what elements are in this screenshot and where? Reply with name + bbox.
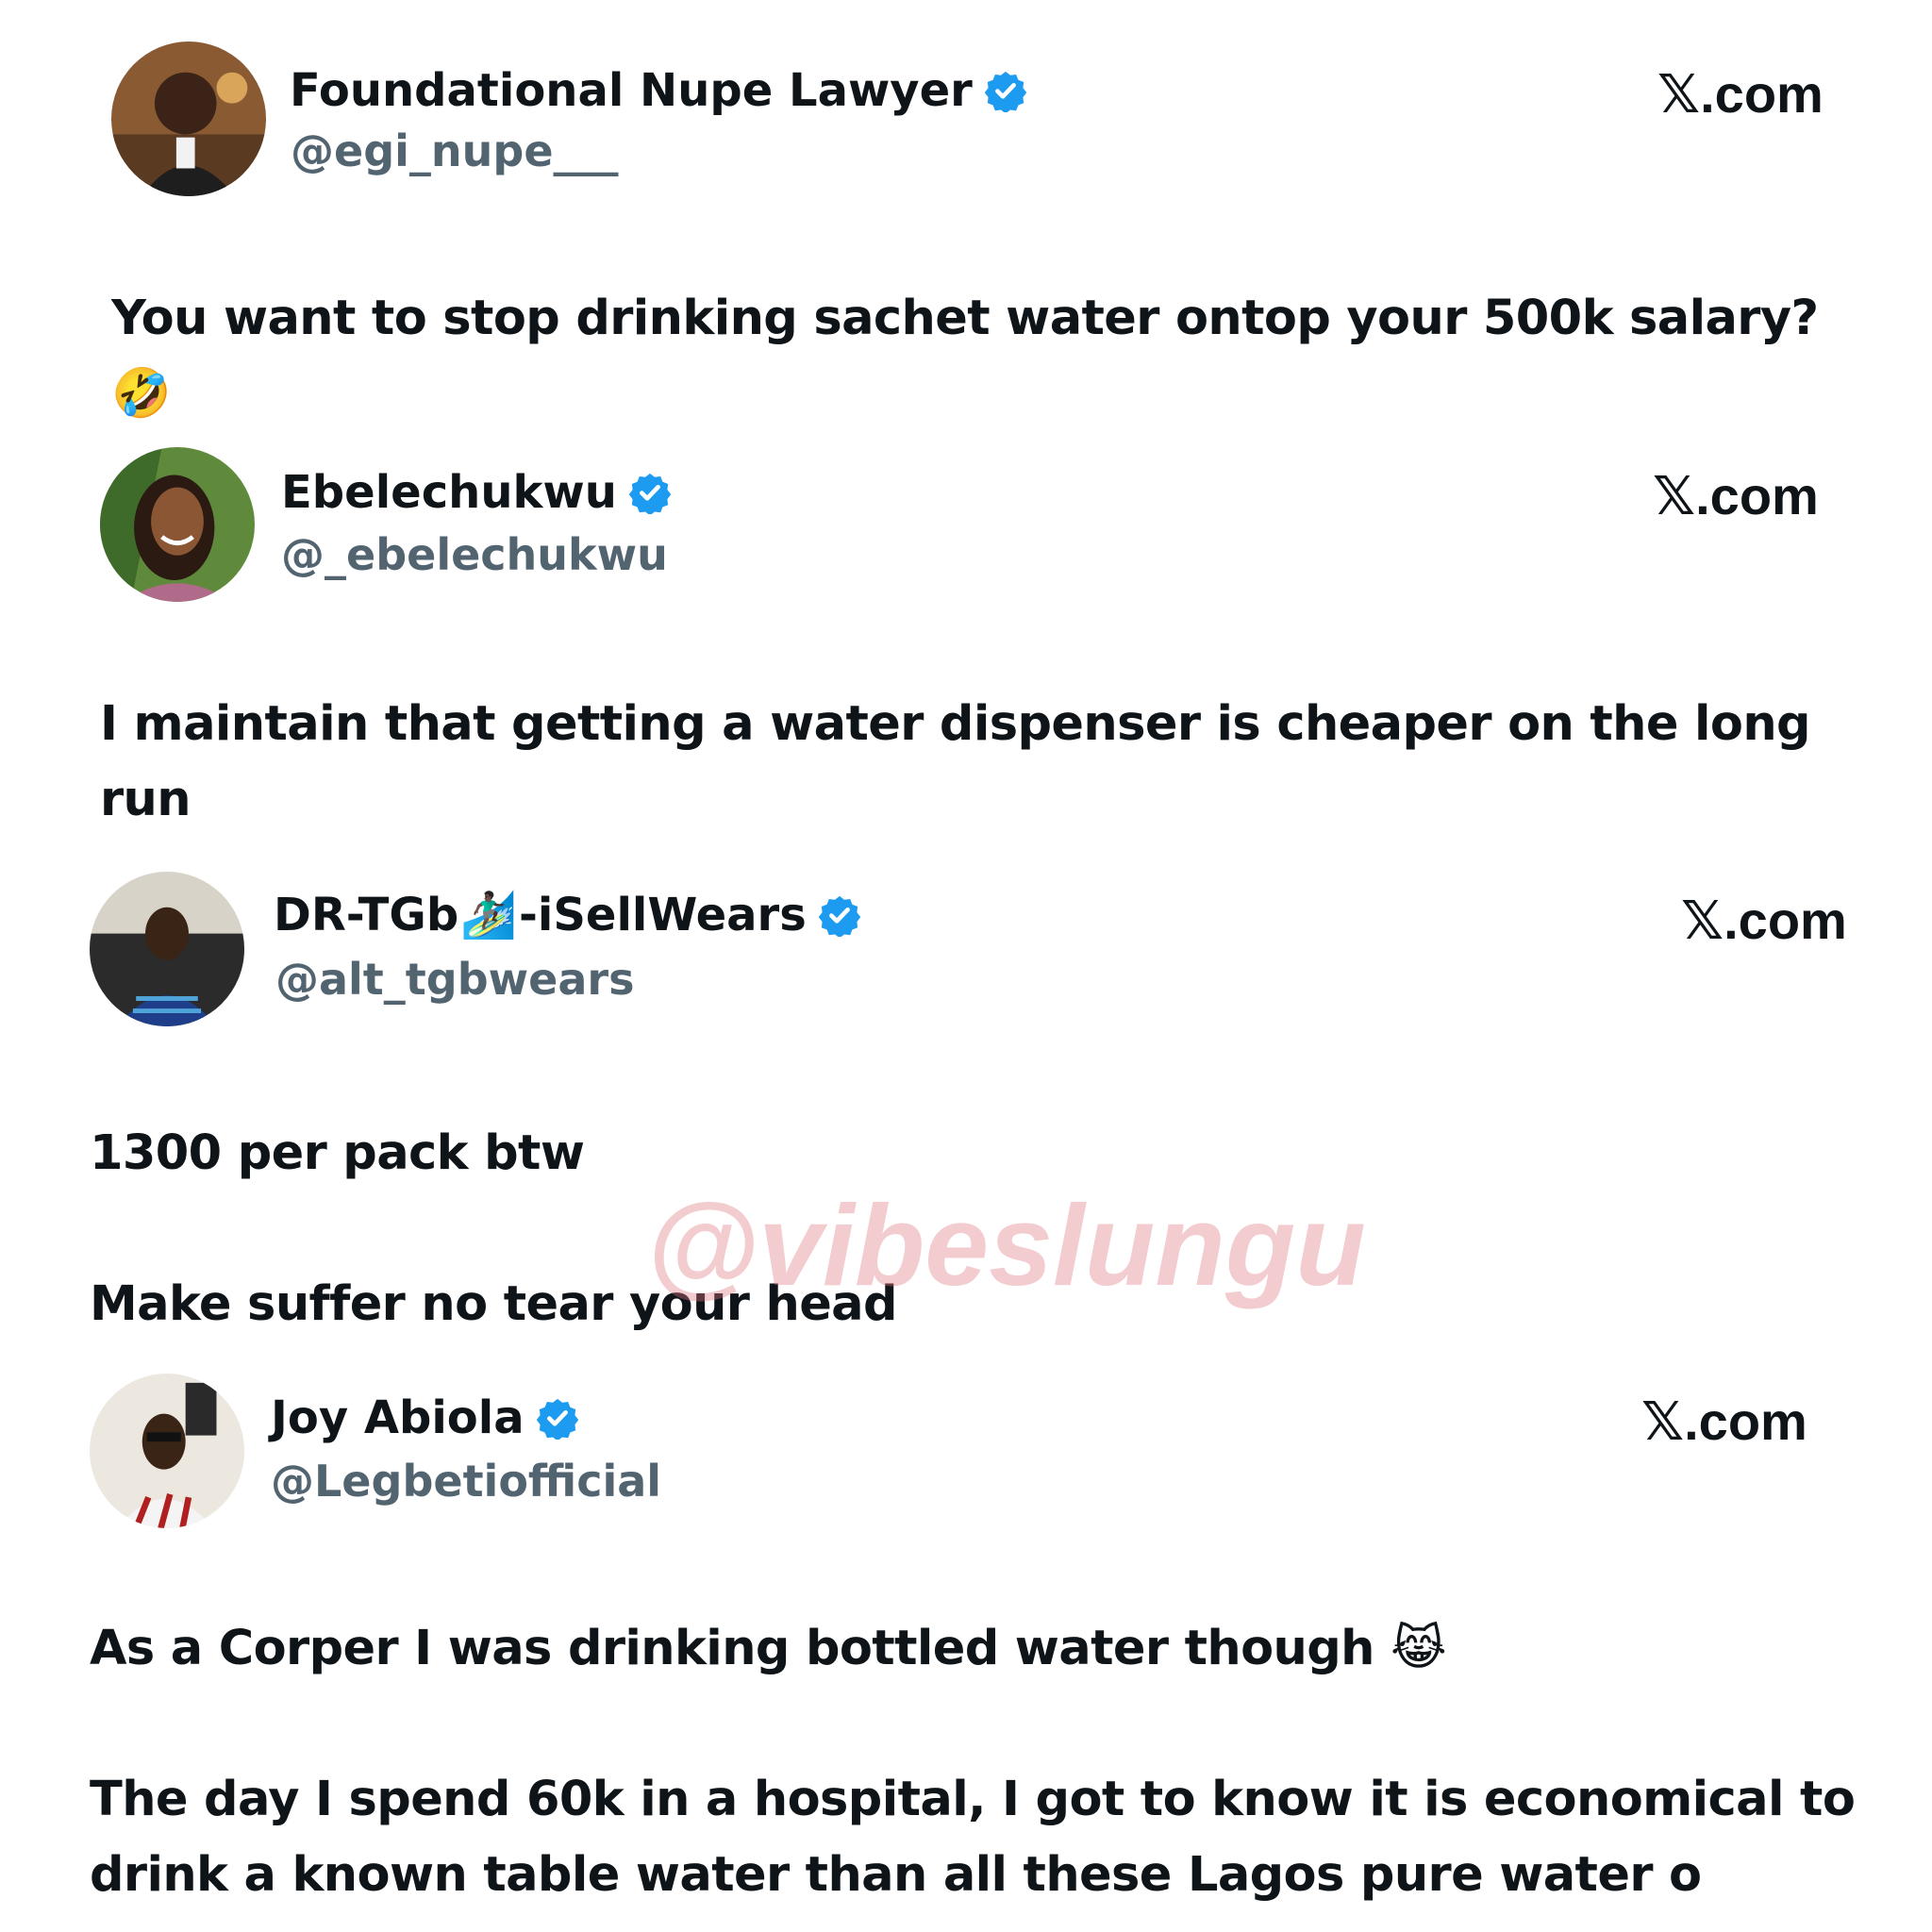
x-com-link[interactable]: 𝕏.com	[1641, 1391, 1807, 1452]
display-name-text: Foundational Nupe Lawyer	[290, 64, 973, 117]
x-com-link[interactable]: 𝕏.com	[1681, 891, 1847, 951]
display-name-suffix: -iSellWears	[518, 889, 807, 941]
x-com-link[interactable]: 𝕏.com	[1657, 64, 1824, 125]
avatar-image	[90, 872, 244, 1026]
verified-badge-icon	[536, 1398, 578, 1440]
display-name[interactable]: DR-TGb 🏄🏿‍♂️ -iSellWears	[274, 887, 861, 943]
display-name-text: Ebelechukwu	[281, 466, 617, 519]
x-com-link[interactable]: 𝕏.com	[1653, 466, 1819, 526]
display-name[interactable]: Ebelechukwu	[281, 464, 672, 521]
post-text: As a Corper I was drinking bottled water…	[90, 1621, 1856, 1903]
avatar-image	[111, 42, 266, 196]
avatar[interactable]	[111, 42, 266, 196]
avatar[interactable]	[100, 447, 255, 602]
display-name[interactable]: Joy Abiola	[271, 1390, 579, 1446]
handle[interactable]: @alt_tgbwears	[275, 953, 634, 1006]
avatar-image	[90, 1374, 244, 1528]
avatar-image	[100, 447, 255, 602]
verified-badge-icon	[628, 473, 672, 514]
avatar[interactable]	[90, 872, 244, 1026]
handle[interactable]: @_ebelechukwu	[281, 528, 668, 581]
watermark: @vibeslungu	[646, 1181, 1366, 1309]
verified-badge-icon	[984, 71, 1027, 112]
handle[interactable]: @egi_nupe___	[291, 125, 619, 177]
display-name-text: DR-TGb	[274, 889, 459, 941]
post-text: I maintain that getting a water dispense…	[100, 696, 1811, 827]
avatar[interactable]	[90, 1374, 244, 1528]
handle[interactable]: @Legbetiofficial	[271, 1455, 661, 1507]
display-name[interactable]: Foundational Nupe Lawyer	[290, 62, 1027, 119]
post-text: You want to stop drinking sachet water o…	[111, 291, 1819, 422]
surfer-emoji-icon: 🏄🏿‍♂️	[460, 889, 517, 941]
verified-badge-icon	[818, 895, 860, 937]
display-name-text: Joy Abiola	[271, 1391, 525, 1444]
